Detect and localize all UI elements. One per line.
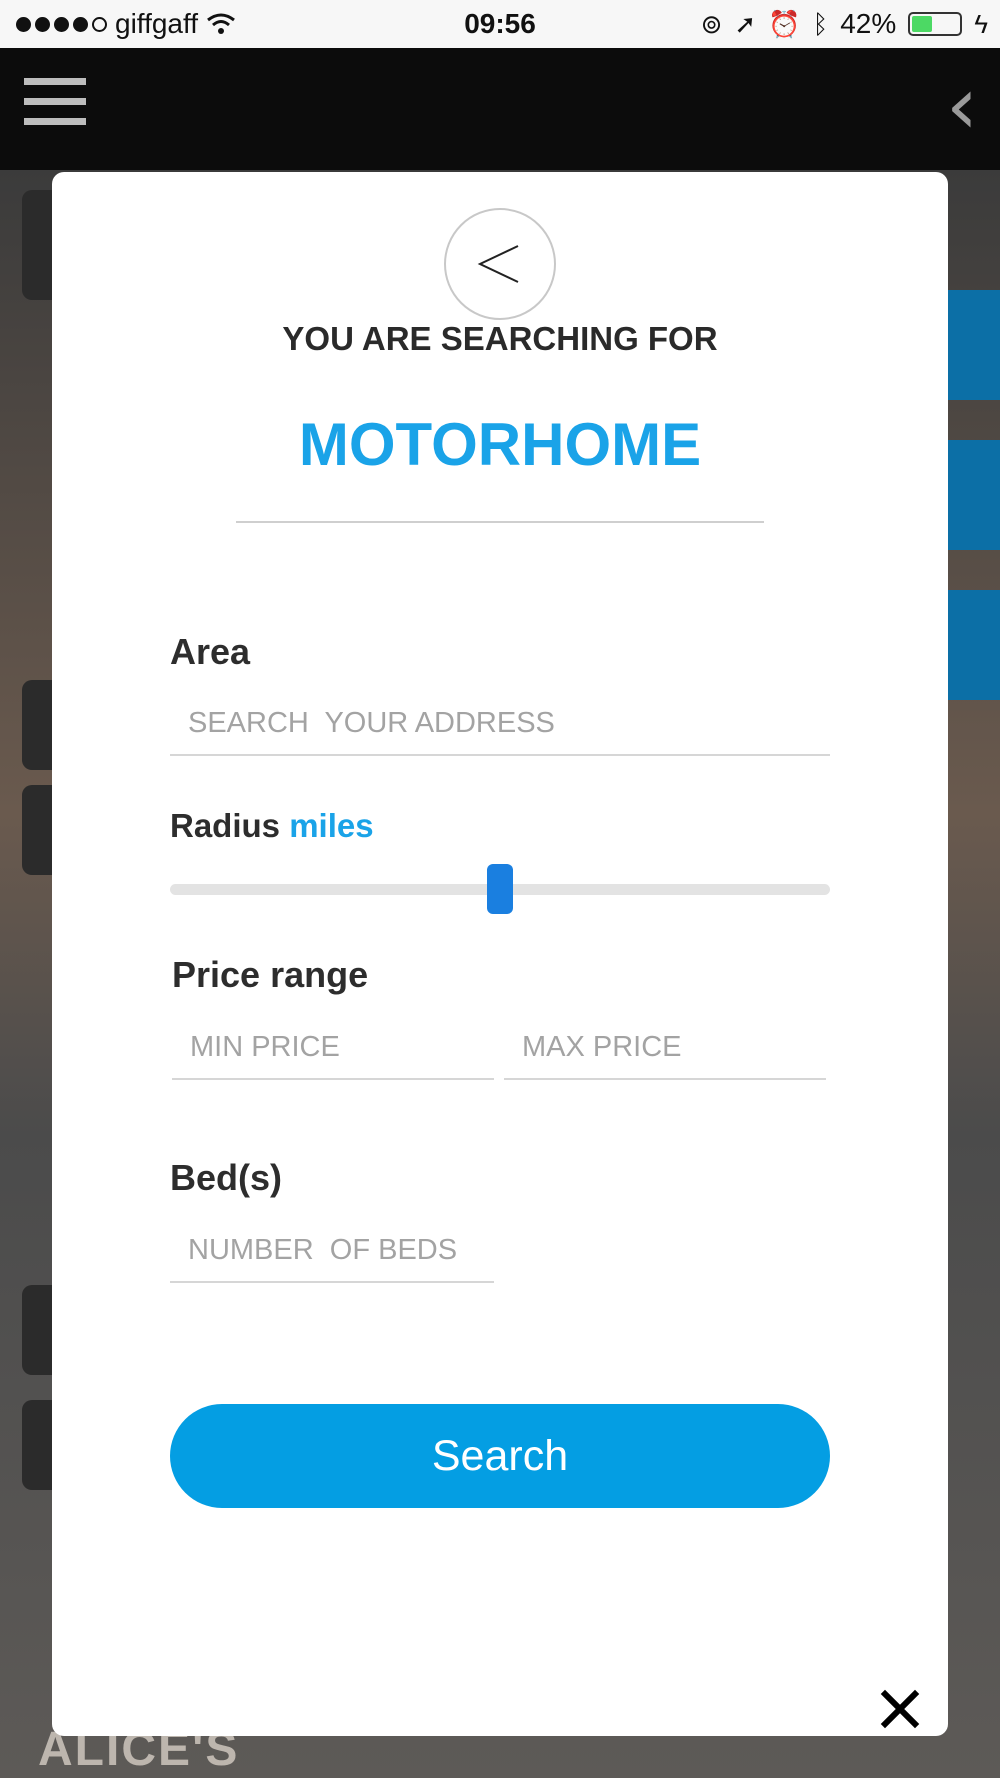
battery-percent: 42% [840, 8, 897, 39]
back-button[interactable] [444, 208, 556, 320]
status-bar: giffgaff 09:56 ⊚ ➚ ⏰ ᛒ 42% ϟ [0, 0, 1000, 48]
area-label: Area [170, 631, 251, 672]
hamburger-icon[interactable] [24, 78, 86, 140]
price-range-label: Price range [172, 954, 369, 995]
radius-unit: miles [289, 807, 374, 844]
close-button[interactable] [880, 1689, 920, 1729]
divider [236, 521, 764, 523]
rotation-lock-icon: ⊚ [700, 9, 723, 39]
back-chevron-icon[interactable]: ‹ [946, 66, 978, 146]
searching-for-heading: YOU ARE SEARCHING FOR [282, 320, 718, 357]
radius-label-text: Radius [170, 807, 281, 844]
max-price-input[interactable] [504, 1016, 826, 1080]
search-button[interactable]: Search [170, 1404, 830, 1508]
slider-thumb[interactable] [487, 864, 513, 914]
charging-icon: ϟ [974, 9, 988, 39]
close-icon [880, 1689, 920, 1729]
status-right: ⊚ ➚ ⏰ ᛒ 42% ϟ [701, 8, 988, 40]
app-navbar: ‹ [0, 48, 1000, 170]
bluetooth-icon: ᛒ [812, 9, 829, 39]
beds-label: Bed(s) [170, 1157, 283, 1198]
radius-label: Radius miles [170, 807, 374, 845]
battery-icon [908, 12, 963, 36]
min-price-input[interactable] [172, 1016, 494, 1080]
search-modal: YOU ARE SEARCHING FOR MOTORHOME Area Rad… [52, 172, 948, 1736]
search-category: MOTORHOME [298, 411, 702, 478]
alarm-icon: ⏰ [768, 9, 801, 39]
area-input[interactable] [170, 692, 830, 756]
chevron-left-icon [477, 245, 519, 283]
radius-slider[interactable] [170, 864, 830, 914]
location-arrow-icon: ➚ [734, 9, 757, 39]
beds-input[interactable] [170, 1219, 494, 1283]
